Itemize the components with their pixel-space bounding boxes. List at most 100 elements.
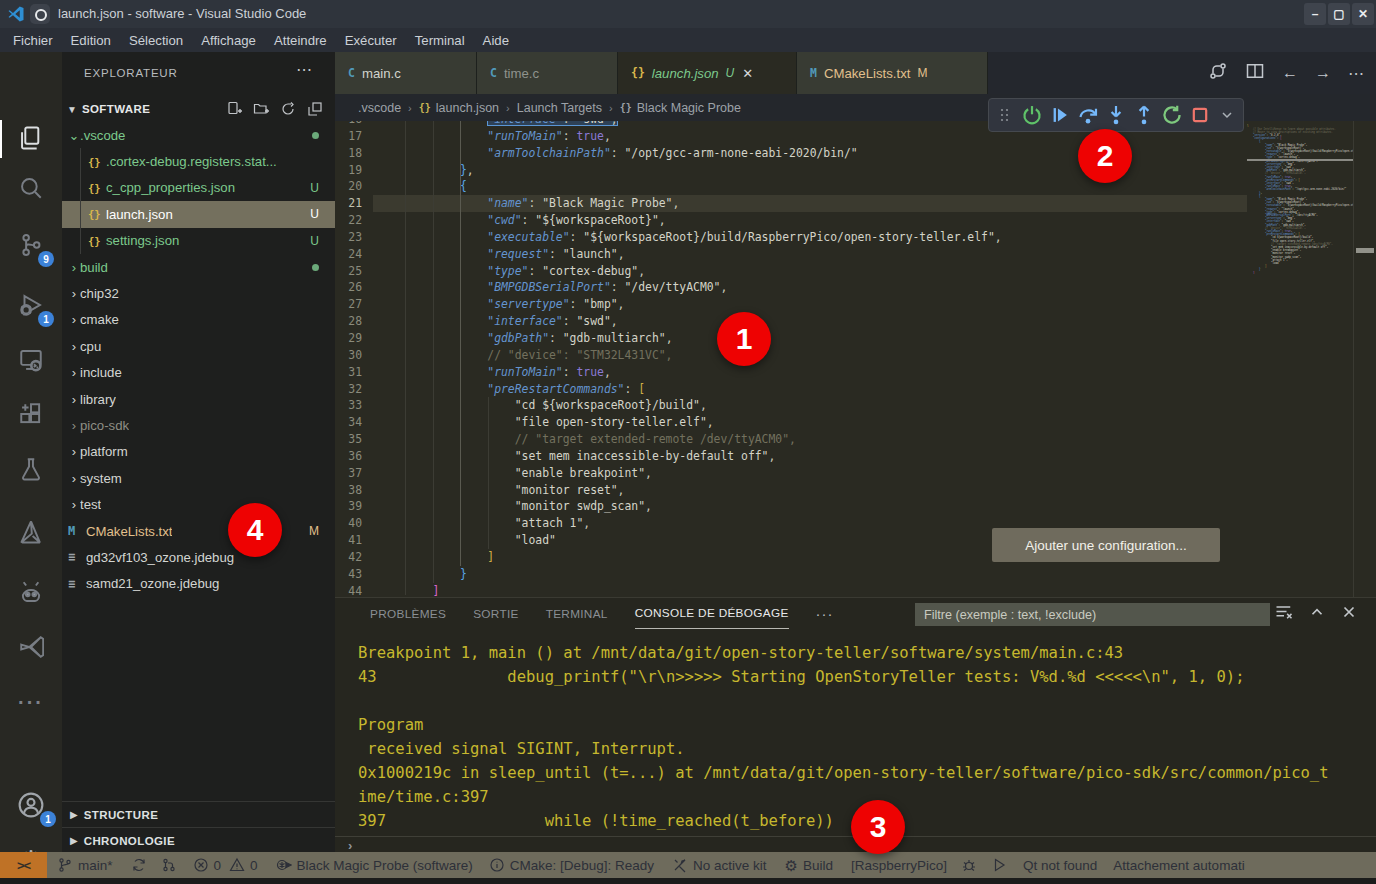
extensions-icon[interactable] xyxy=(0,394,62,434)
panel-tab-sortie[interactable]: SORTIE xyxy=(473,599,519,629)
status-item-no-active-kit[interactable]: No active kit xyxy=(672,857,767,873)
close-icon[interactable]: ✕ xyxy=(742,66,753,81)
files-icon[interactable] xyxy=(0,118,62,158)
status-item-cmake-debug-ready[interactable]: CMake: [Debug]: Ready xyxy=(489,857,654,873)
nav-back-icon[interactable]: ← xyxy=(1282,64,1298,82)
tree-item-launch-json[interactable]: {}launch.jsonU xyxy=(62,201,335,227)
debug-icon[interactable]: 1 xyxy=(0,285,62,325)
tree-item-c-cpp-properties-json[interactable]: {}c_cpp_properties.jsonU xyxy=(62,175,335,201)
tree-item--vscode[interactable]: ⌄.vscode xyxy=(62,122,335,148)
breadcrumb-item[interactable]: .vscode xyxy=(358,101,401,115)
debug-filter-input[interactable]: Filtre (exemple : text, !exclude) xyxy=(915,603,1270,626)
breadcrumb-item[interactable]: launch.json xyxy=(436,101,499,115)
tree-item-cpu[interactable]: ›cpu xyxy=(62,333,335,359)
status-item[interactable] xyxy=(131,857,147,873)
search-icon[interactable] xyxy=(0,168,62,208)
collapse-icon[interactable] xyxy=(307,101,323,121)
status-item[interactable] xyxy=(991,857,1007,873)
step-into-icon[interactable] xyxy=(1105,103,1127,127)
status-item-qt-not-found[interactable]: Qt not found xyxy=(1023,858,1097,873)
tree-item--cortex-debug-registers-stat-[interactable]: {}.cortex-debug.registers.stat... xyxy=(62,148,335,174)
tree-item-library[interactable]: ›library xyxy=(62,386,335,412)
source-control-icon[interactable]: 9 xyxy=(0,225,62,265)
more-icon[interactable]: ··· xyxy=(0,682,62,722)
minimap[interactable]: { // Use IntelliSense to learn about pos… xyxy=(1247,124,1353,444)
status-item--raspberrypico-[interactable]: [RaspberryPico] xyxy=(851,858,947,873)
panel-tab-probl-mes[interactable]: PROBLÈMES xyxy=(370,599,446,629)
close-icon[interactable] xyxy=(1340,603,1358,625)
status-item[interactable] xyxy=(161,857,177,873)
status-item-0[interactable]: 0 xyxy=(229,857,258,873)
menu-terminal[interactable]: Terminal xyxy=(406,33,474,48)
status-item[interactable] xyxy=(961,857,977,873)
tree-item-cmake[interactable]: ›cmake xyxy=(62,307,335,333)
status-item-black-magic-probe-software-[interactable]: Black Magic Probe (software) xyxy=(276,857,473,873)
tab-CMakeLists-txt[interactable]: MCMakeLists.txtM xyxy=(797,52,988,94)
nav-forward-icon[interactable]: → xyxy=(1315,64,1331,82)
step-over-icon[interactable] xyxy=(1077,103,1099,127)
menu-atteindre[interactable]: Atteindre xyxy=(265,33,336,48)
explorer-more-icon[interactable]: ⋯ xyxy=(296,60,313,79)
clear-icon[interactable] xyxy=(1274,602,1294,626)
beaker-icon[interactable] xyxy=(0,449,62,489)
overview-ruler[interactable] xyxy=(1353,121,1376,597)
panel-tab-console-de-d-bogage[interactable]: CONSOLE DE DÉBOGAGE xyxy=(635,599,789,629)
breadcrumb-item[interactable]: Launch Targets xyxy=(517,101,602,115)
remote-indicator[interactable]: >< xyxy=(0,852,47,878)
restart-icon[interactable] xyxy=(1161,103,1183,127)
menu-aide[interactable]: Aide xyxy=(474,33,518,48)
menu-exécuter[interactable]: Exécuter xyxy=(336,33,406,48)
split-icon[interactable] xyxy=(1245,61,1265,85)
tree-item-samd21-ozone-jdebug[interactable]: ≡samd21_ozone.jdebug xyxy=(62,571,335,597)
tree-item-CMakeLists-txt[interactable]: MCMakeLists.txtM xyxy=(62,518,335,544)
chevron-down-icon[interactable] xyxy=(1217,103,1237,127)
status-item-build[interactable]: ⚙Build xyxy=(784,858,832,873)
continue-icon[interactable] xyxy=(1049,103,1071,127)
menu-affichage[interactable]: Affichage xyxy=(192,33,265,48)
section-header-structure[interactable]: ▶ STRUCTURE xyxy=(62,801,335,827)
close-button[interactable]: ✕ xyxy=(1352,3,1374,25)
vs-icon[interactable] xyxy=(0,627,62,667)
menu-fichier[interactable]: Fichier xyxy=(4,33,62,48)
new-folder-icon[interactable] xyxy=(253,101,269,121)
status-item-0[interactable]: 0 xyxy=(193,857,222,873)
chevron-up-icon[interactable] xyxy=(1308,603,1326,625)
tree-item-settings-json[interactable]: {}settings.jsonU xyxy=(62,228,335,254)
add-configuration-button[interactable]: Ajouter une configuration... xyxy=(992,528,1220,562)
power-icon[interactable] xyxy=(1021,103,1043,127)
more-actions-icon[interactable]: ⋯ xyxy=(1348,64,1364,83)
cmake-icon[interactable] xyxy=(0,512,62,552)
tree-item-platform[interactable]: ›platform xyxy=(62,439,335,465)
tree-item-pico-sdk[interactable]: ›pico-sdk xyxy=(62,412,335,438)
account-icon[interactable]: 1 xyxy=(0,785,62,825)
refresh-icon[interactable] xyxy=(280,101,296,121)
new-file-icon[interactable] xyxy=(226,101,242,121)
tree-item-chip32[interactable]: ›chip32 xyxy=(62,280,335,306)
menu-edition[interactable]: Edition xyxy=(62,33,120,48)
compare-icon[interactable] xyxy=(1208,61,1228,85)
maximize-button[interactable]: ▢ xyxy=(1328,3,1350,25)
panel-tab-terminal[interactable]: TERMINAL xyxy=(546,599,608,629)
tab-time-c[interactable]: Ctime.c xyxy=(477,52,618,94)
tab-launch-json[interactable]: {}launch.jsonU✕ xyxy=(618,52,797,94)
minimize-button[interactable]: – xyxy=(1304,3,1326,25)
status-item-main-[interactable]: main* xyxy=(57,857,113,873)
annotation-circle-3: 3 xyxy=(851,800,905,854)
tree-item-system[interactable]: ›system xyxy=(62,465,335,491)
panel-more-icon[interactable]: ··· xyxy=(816,605,834,622)
tree-item-build[interactable]: ›build xyxy=(62,254,335,280)
stop-icon[interactable] xyxy=(1189,103,1211,127)
step-out-icon[interactable] xyxy=(1133,103,1155,127)
tab-main-c[interactable]: Cmain.c xyxy=(335,52,477,94)
status-item-attachement-automati[interactable]: Attachement automati xyxy=(1113,858,1244,873)
menu-sélection[interactable]: Sélection xyxy=(120,33,192,48)
platformio-icon[interactable] xyxy=(0,572,62,612)
tree-item-test[interactable]: ›test xyxy=(62,491,335,517)
code-editor[interactable]: 1617181920212223242526272829303132333435… xyxy=(335,121,1376,597)
section-header-chronologie[interactable]: ▶ CHRONOLOGIE xyxy=(62,827,335,853)
tree-item-gd32vf103-ozone-jdebug[interactable]: ≡gd32vf103_ozone.jdebug xyxy=(62,544,335,570)
tree-item-include[interactable]: ›include xyxy=(62,360,335,386)
breadcrumb-item[interactable]: Black Magic Probe xyxy=(637,101,741,115)
remote-explorer-icon[interactable] xyxy=(0,340,62,380)
section-header-software[interactable]: ▼ SOFTWARE xyxy=(62,96,335,122)
